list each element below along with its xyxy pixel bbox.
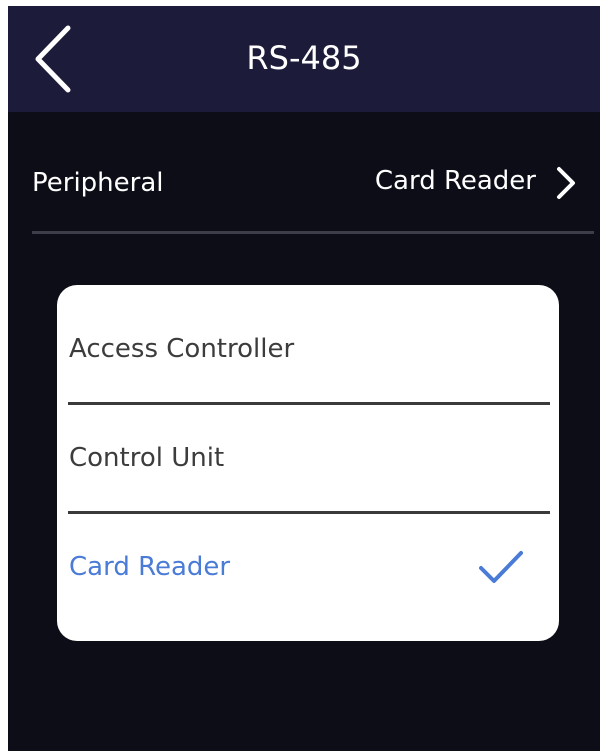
peripheral-select-dialog: Access Controller Control Unit Card Read… bbox=[57, 285, 559, 641]
peripheral-value: Card Reader bbox=[374, 166, 536, 196]
check-icon bbox=[479, 551, 523, 583]
page-title: RS-485 bbox=[246, 39, 362, 77]
option-label: Access Controller bbox=[69, 334, 295, 364]
header-bar: RS-485 bbox=[8, 6, 600, 112]
option-access-controller[interactable]: Access Controller bbox=[57, 285, 559, 393]
peripheral-setting-row[interactable]: Peripheral Card Reader bbox=[8, 146, 600, 216]
peripheral-label: Peripheral bbox=[32, 168, 164, 198]
option-label: Control Unit bbox=[69, 443, 225, 473]
device-screen: RS-485 Peripheral Card Reader Access Con… bbox=[8, 6, 600, 751]
option-control-unit[interactable]: Control Unit bbox=[57, 394, 559, 502]
row-divider bbox=[32, 231, 594, 234]
option-label: Card Reader bbox=[69, 552, 231, 582]
chevron-right-icon bbox=[557, 167, 575, 199]
